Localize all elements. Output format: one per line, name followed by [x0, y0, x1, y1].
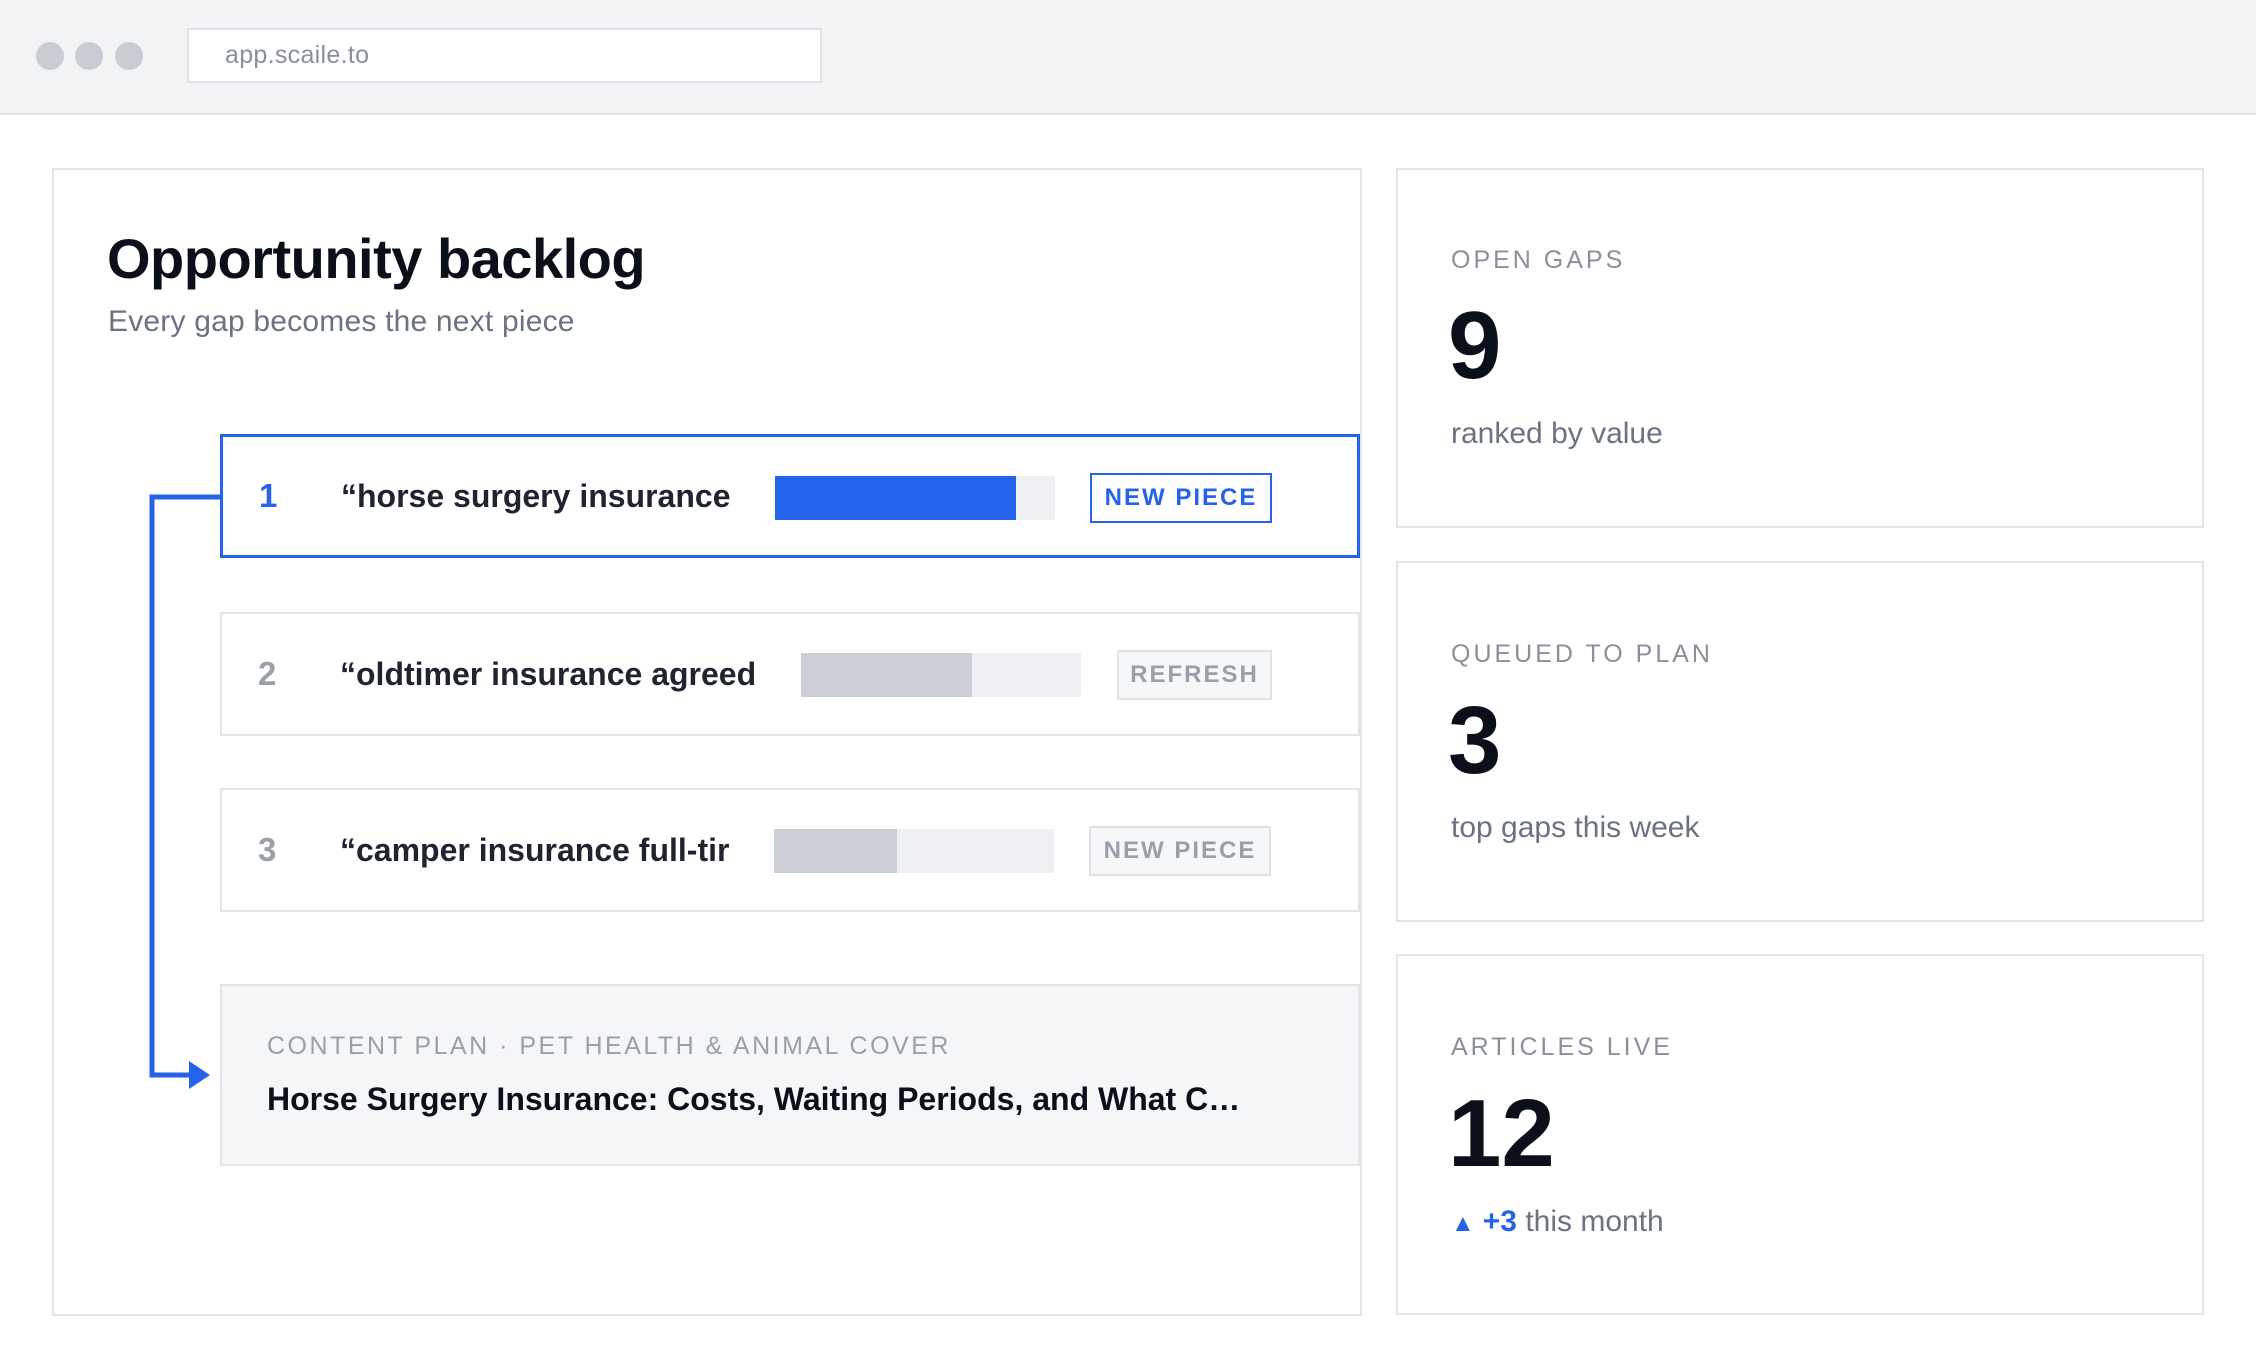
opportunity-backlog-card: Opportunity backlog Every gap becomes th… [52, 168, 1362, 1316]
stat-label: ARTICLES LIVE [1451, 1033, 1673, 1061]
address-bar[interactable]: app.scaile.to [187, 28, 822, 83]
address-text: app.scaile.to [225, 41, 370, 69]
value-bar [775, 476, 1055, 520]
value-bar-fill [775, 476, 1016, 520]
content-plan-label: CONTENT PLAN · PET HEALTH & ANIMAL COVER [267, 1032, 951, 1060]
stat-card-queued-to-plan: QUEUED TO PLAN 3 top gaps this week [1396, 561, 2204, 922]
refresh-button[interactable]: REFRESH [1117, 650, 1272, 700]
page-subtitle: Every gap becomes the next piece [108, 305, 575, 338]
stat-caption: ranked by value [1451, 417, 1663, 450]
row-rank: 2 [258, 655, 277, 692]
backlog-row[interactable]: 1 “horse surgery insurance NEW PIECE [220, 434, 1360, 558]
value-bar-fill [774, 829, 898, 873]
stat-value: 3 [1448, 687, 1502, 794]
window-close-dot[interactable] [36, 42, 64, 70]
content-plan-card[interactable]: CONTENT PLAN · PET HEALTH & ANIMAL COVER… [220, 984, 1360, 1166]
browser-toolbar: app.scaile.to [0, 0, 2256, 115]
stat-value: 9 [1448, 292, 1502, 399]
stat-delta: ▲ +3 this month [1451, 1205, 1664, 1239]
window-minimize-dot[interactable] [75, 42, 103, 70]
row-query: “horse surgery insurance [341, 477, 731, 514]
row-query: “camper insurance full-tir [340, 831, 730, 868]
value-bar [774, 829, 1054, 873]
backlog-row[interactable]: 3 “camper insurance full-tir NEW PIECE [220, 788, 1360, 912]
value-bar [801, 653, 1081, 697]
backlog-row[interactable]: 2 “oldtimer insurance agreed REFRESH [220, 612, 1360, 736]
new-piece-button[interactable]: NEW PIECE [1089, 826, 1271, 876]
triangle-up-icon: ▲ [1451, 1210, 1475, 1237]
row-query: “oldtimer insurance agreed [340, 655, 757, 692]
stat-card-articles-live: ARTICLES LIVE 12 ▲ +3 this month [1396, 954, 2204, 1315]
window-maximize-dot[interactable] [115, 42, 143, 70]
stat-label: OPEN GAPS [1451, 246, 1626, 274]
stat-label: QUEUED TO PLAN [1451, 640, 1713, 668]
row-rank: 3 [258, 831, 277, 868]
row-rank: 1 [259, 477, 278, 514]
stat-caption: top gaps this week [1451, 811, 1700, 844]
value-bar-fill [801, 653, 972, 697]
stat-value: 12 [1448, 1080, 1555, 1187]
content-plan-title: Horse Surgery Insurance: Costs, Waiting … [267, 1081, 1241, 1117]
new-piece-button[interactable]: NEW PIECE [1090, 473, 1272, 523]
delta-value: +3 [1482, 1205, 1517, 1238]
delta-caption: this month [1525, 1205, 1664, 1238]
stat-card-open-gaps: OPEN GAPS 9 ranked by value [1396, 168, 2204, 528]
page-title: Opportunity backlog [107, 227, 646, 290]
